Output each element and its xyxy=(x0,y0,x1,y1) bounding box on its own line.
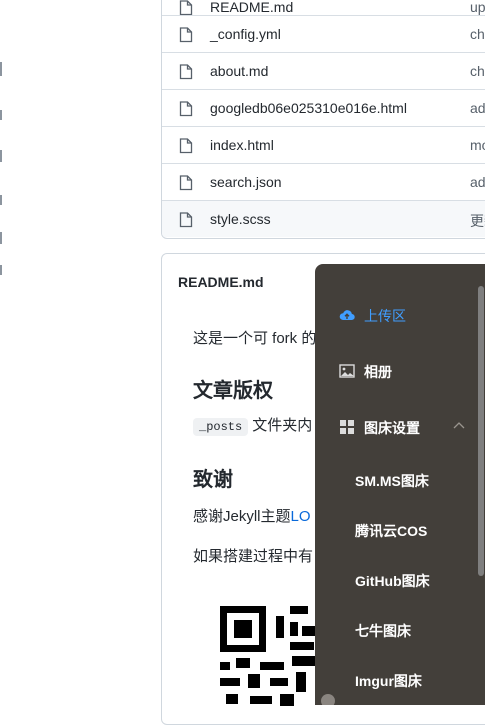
file-name[interactable]: README.md xyxy=(210,0,293,15)
file-icon xyxy=(179,64,193,80)
file-icon xyxy=(179,212,193,228)
help-line: 如果搭建过程中有 xyxy=(193,548,314,565)
menu-label: 上传区 xyxy=(364,308,406,324)
commit-message[interactable]: ch xyxy=(470,63,485,79)
file-row-index[interactable]: index.html mo xyxy=(162,126,485,163)
submenu-label: 腾讯云COS xyxy=(355,523,428,539)
submenu-item-github[interactable]: GitHub图床 xyxy=(315,560,485,600)
image-host-menu: 上传区 相册 图床设置 SM.MS图床 腾讯云COS GitHub图床 七牛图床… xyxy=(315,264,485,705)
commit-message[interactable]: ad xyxy=(470,100,485,116)
commit-message[interactable]: ch xyxy=(470,26,485,42)
posts-text: 文件夹内 xyxy=(252,417,313,434)
commit-message[interactable]: ad xyxy=(470,174,485,190)
file-icon xyxy=(179,175,193,191)
file-name[interactable]: index.html xyxy=(210,137,274,153)
file-icon xyxy=(179,27,193,43)
submenu-item-tencent-cos[interactable]: 腾讯云COS xyxy=(315,510,485,550)
submenu-label: GitHub图床 xyxy=(355,573,430,589)
file-row-search[interactable]: search.json ad xyxy=(162,163,485,200)
commit-message[interactable]: 更新 xyxy=(470,211,485,231)
commit-message[interactable]: mo xyxy=(470,137,485,153)
commit-message[interactable]: upd xyxy=(470,0,485,15)
chevron-up-icon[interactable] xyxy=(453,421,465,429)
file-name[interactable]: search.json xyxy=(210,174,282,190)
copyright-heading: 文章版权 xyxy=(193,380,273,402)
submenu-item-imgur[interactable]: Imgur图床 xyxy=(315,660,485,700)
thanks-heading: 致谢 xyxy=(193,469,233,491)
file-row-about[interactable]: about.md ch xyxy=(162,52,485,89)
submenu-label: SM.MS图床 xyxy=(355,473,429,489)
grid-icon xyxy=(340,420,354,434)
menu-item-album[interactable]: 相册 xyxy=(315,351,485,391)
cloud-upload-icon xyxy=(339,310,355,321)
readme-intro: 这是一个可 fork 的 xyxy=(193,330,317,347)
file-name[interactable]: _config.yml xyxy=(210,26,281,42)
thanks-line: 感谢Jekyll主题LO xyxy=(193,505,311,526)
menu-item-settings[interactable]: 图床设置 xyxy=(315,407,485,447)
qr-code xyxy=(220,606,316,706)
file-name[interactable]: style.scss xyxy=(210,211,271,227)
readme-header: README.md xyxy=(178,274,264,290)
file-icon xyxy=(179,0,193,16)
menu-item-upload[interactable]: 上传区 xyxy=(315,295,485,335)
file-icon xyxy=(179,138,193,154)
menu-scrollbar[interactable] xyxy=(478,286,484,576)
submenu-item-smms[interactable]: SM.MS图床 xyxy=(315,460,485,500)
submenu-label: 七牛图床 xyxy=(355,623,411,639)
menu-label: 相册 xyxy=(364,364,392,380)
posts-line: _posts 文件夹内 xyxy=(193,414,312,436)
picture-icon xyxy=(339,364,355,378)
file-row-style[interactable]: style.scss 更新 xyxy=(162,200,485,237)
info-icon[interactable] xyxy=(321,694,335,705)
file-name[interactable]: about.md xyxy=(210,63,268,79)
file-row-google[interactable]: googledb06e025310e016e.html ad xyxy=(162,89,485,126)
file-list: README.md upd _config.yml ch about.md ch… xyxy=(161,0,485,239)
jekyll-theme-link[interactable]: LO xyxy=(291,508,311,525)
submenu-item-qiniu[interactable]: 七牛图床 xyxy=(315,610,485,650)
posts-code: _posts xyxy=(193,418,249,436)
submenu-label: Imgur图床 xyxy=(355,673,422,689)
thanks-text: 感谢Jekyll主题 xyxy=(193,508,291,525)
file-icon xyxy=(179,101,193,117)
file-row-config[interactable]: _config.yml ch xyxy=(162,15,485,52)
menu-label: 图床设置 xyxy=(364,420,420,436)
file-name[interactable]: googledb06e025310e016e.html xyxy=(210,100,407,116)
left-edge xyxy=(0,0,6,705)
